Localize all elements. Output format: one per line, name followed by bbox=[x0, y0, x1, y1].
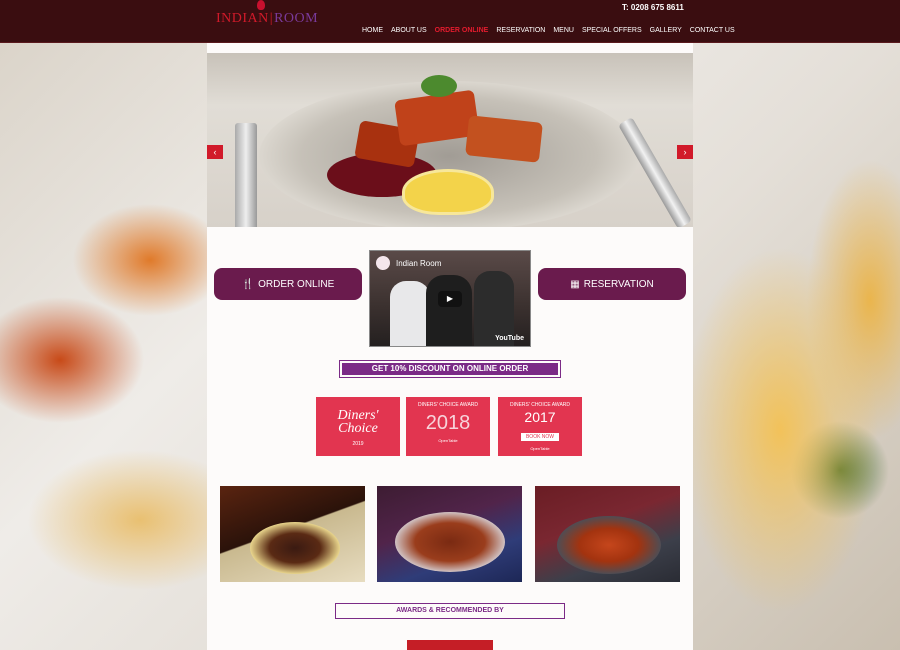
phone-number[interactable]: T: 0208 675 8611 bbox=[622, 3, 684, 12]
flame-icon bbox=[257, 0, 265, 10]
awards-heading: AWARDS & RECOMMENDED BY bbox=[335, 603, 565, 619]
reservation-button[interactable]: ▦ RESERVATION bbox=[538, 268, 686, 300]
award-source: OpenTable bbox=[438, 438, 458, 443]
discount-banner[interactable]: GET 10% DISCOUNT ON ONLINE ORDER bbox=[339, 360, 561, 378]
nav-order-online[interactable]: ORDER ONLINE bbox=[431, 27, 493, 34]
youtube-logo[interactable]: YouTube bbox=[495, 335, 524, 342]
play-icon[interactable]: ▶ bbox=[438, 291, 462, 307]
video-title[interactable]: Indian Room bbox=[396, 259, 441, 268]
main-nav: HOME ABOUT US ORDER ONLINE RESERVATION M… bbox=[358, 27, 739, 34]
footer-tab[interactable] bbox=[407, 640, 493, 650]
award-year: 2017 bbox=[524, 409, 556, 425]
video-player[interactable]: Indian Room ▶ YouTube bbox=[369, 250, 531, 347]
award-title: DINERS' CHOICE AWARD bbox=[509, 402, 571, 408]
order-online-button[interactable]: 🍴 ORDER ONLINE bbox=[214, 268, 362, 300]
top-bar: INDIAN|ROOM T: 0208 675 8611 HOME ABOUT … bbox=[0, 0, 900, 43]
slider-prev-button[interactable]: ‹ bbox=[207, 145, 223, 159]
video-person bbox=[426, 275, 472, 346]
book-now-button[interactable]: BOOK NOW bbox=[520, 433, 560, 441]
fork-image bbox=[235, 123, 257, 227]
slider-next-button[interactable]: › bbox=[677, 145, 693, 159]
discount-label: GET 10% DISCOUNT ON ONLINE ORDER bbox=[342, 363, 558, 375]
award-badge-2017: DINERS' CHOICE AWARD 2017 BOOK NOW OpenT… bbox=[498, 397, 582, 456]
nav-reservation[interactable]: RESERVATION bbox=[492, 27, 549, 34]
lemon-image bbox=[402, 169, 494, 215]
logo-divider: | bbox=[269, 11, 274, 26]
hero-slider: ‹ › bbox=[207, 53, 693, 227]
nav-contact-us[interactable]: CONTACT US bbox=[686, 27, 739, 34]
nav-about-us[interactable]: ABOUT US bbox=[387, 27, 431, 34]
award-badge-2018: DINERS' CHOICE AWARD 2018 OpenTable bbox=[406, 397, 490, 456]
dish-image bbox=[250, 522, 340, 574]
logo-text-accent: ROOM bbox=[274, 11, 319, 26]
order-online-label: ORDER ONLINE bbox=[258, 278, 335, 290]
logo-text-main: INDIAN bbox=[216, 11, 269, 26]
dish-image bbox=[395, 512, 505, 572]
reservation-label: RESERVATION bbox=[583, 278, 654, 290]
video-person bbox=[390, 281, 430, 346]
gallery-image[interactable] bbox=[535, 486, 680, 582]
nav-menu[interactable]: MENU bbox=[549, 27, 578, 34]
food-piece-image bbox=[465, 115, 543, 163]
nav-special-offers[interactable]: SPECIAL OFFERS bbox=[578, 27, 646, 34]
gallery-image[interactable] bbox=[377, 486, 522, 582]
gallery-image[interactable] bbox=[220, 486, 365, 582]
channel-avatar[interactable] bbox=[376, 256, 390, 270]
garnish-image bbox=[421, 75, 457, 97]
award-badge-2019: Diners' Choice 2019 bbox=[316, 397, 400, 456]
award-year: 2018 bbox=[425, 412, 471, 434]
nav-gallery[interactable]: GALLERY bbox=[646, 27, 686, 34]
award-title: Diners' Choice bbox=[337, 408, 379, 436]
logo[interactable]: INDIAN|ROOM bbox=[216, 11, 318, 27]
calendar-icon: ▦ bbox=[570, 278, 580, 290]
main-content: ‹ › 🍴 ORDER ONLINE Indian Room ▶ YouTube… bbox=[207, 43, 693, 650]
award-year: 2019 bbox=[352, 441, 364, 447]
award-source: OpenTable bbox=[530, 446, 550, 451]
dish-image bbox=[557, 516, 661, 574]
nav-home[interactable]: HOME bbox=[358, 27, 387, 34]
award-title: DINERS' CHOICE AWARD bbox=[417, 402, 479, 408]
utensils-icon: 🍴 bbox=[241, 278, 255, 290]
